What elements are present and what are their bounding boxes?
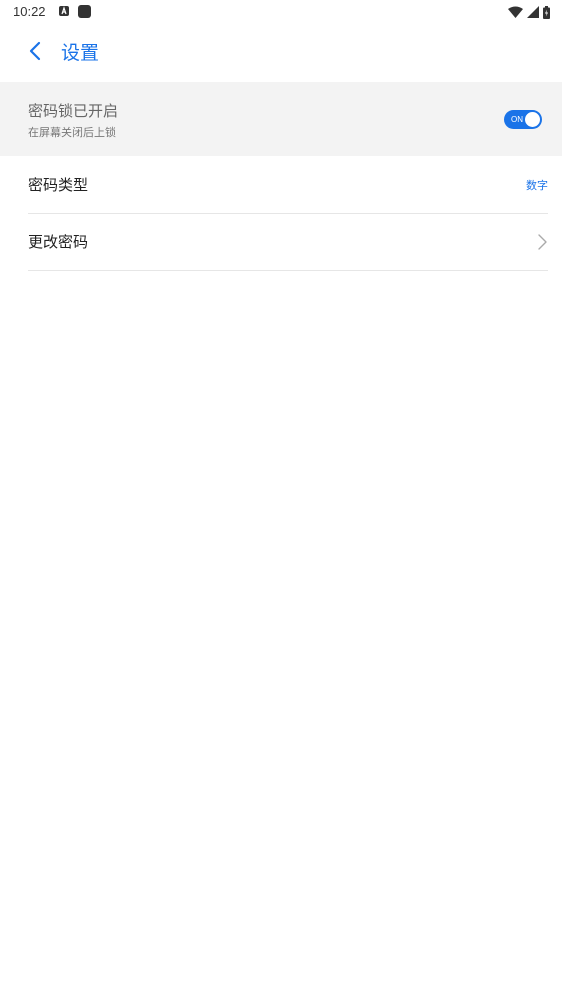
page-title: 设置 (61, 42, 100, 64)
a-notification-icon (59, 6, 69, 16)
app-header: 设置 (0, 24, 562, 82)
chevron-right-icon (536, 233, 548, 251)
password-type-row[interactable]: 密码类型 数字 (28, 157, 548, 214)
chevron-left-icon (29, 41, 41, 65)
status-time: 10:22 (13, 4, 46, 19)
system-status-icons (508, 4, 550, 20)
password-lock-title: 密码锁已开启 (28, 102, 119, 120)
toggle-knob (525, 112, 540, 127)
password-lock-row[interactable]: 密码锁已开启 在屏幕关闭后上锁 ON (0, 82, 562, 156)
change-password-label: 更改密码 (28, 233, 89, 251)
wifi-icon (508, 6, 523, 18)
battery-icon (543, 5, 550, 19)
password-type-value: 数字 (526, 179, 548, 192)
change-password-row[interactable]: 更改密码 (28, 214, 548, 271)
toggle-on-label: ON (511, 115, 523, 124)
password-type-label: 密码类型 (28, 176, 89, 194)
settings-screen: 10:22 设置 密码锁已开启 在屏幕关闭后上锁 ON 密码类型 数字 更改密码 (0, 0, 562, 999)
cellular-signal-icon (527, 6, 539, 18)
status-bar: 10:22 (0, 0, 562, 24)
back-button[interactable] (20, 38, 50, 68)
square-notification-icon (78, 5, 91, 18)
password-lock-toggle[interactable]: ON (504, 110, 542, 129)
password-lock-subtitle: 在屏幕关闭后上锁 (28, 126, 116, 139)
